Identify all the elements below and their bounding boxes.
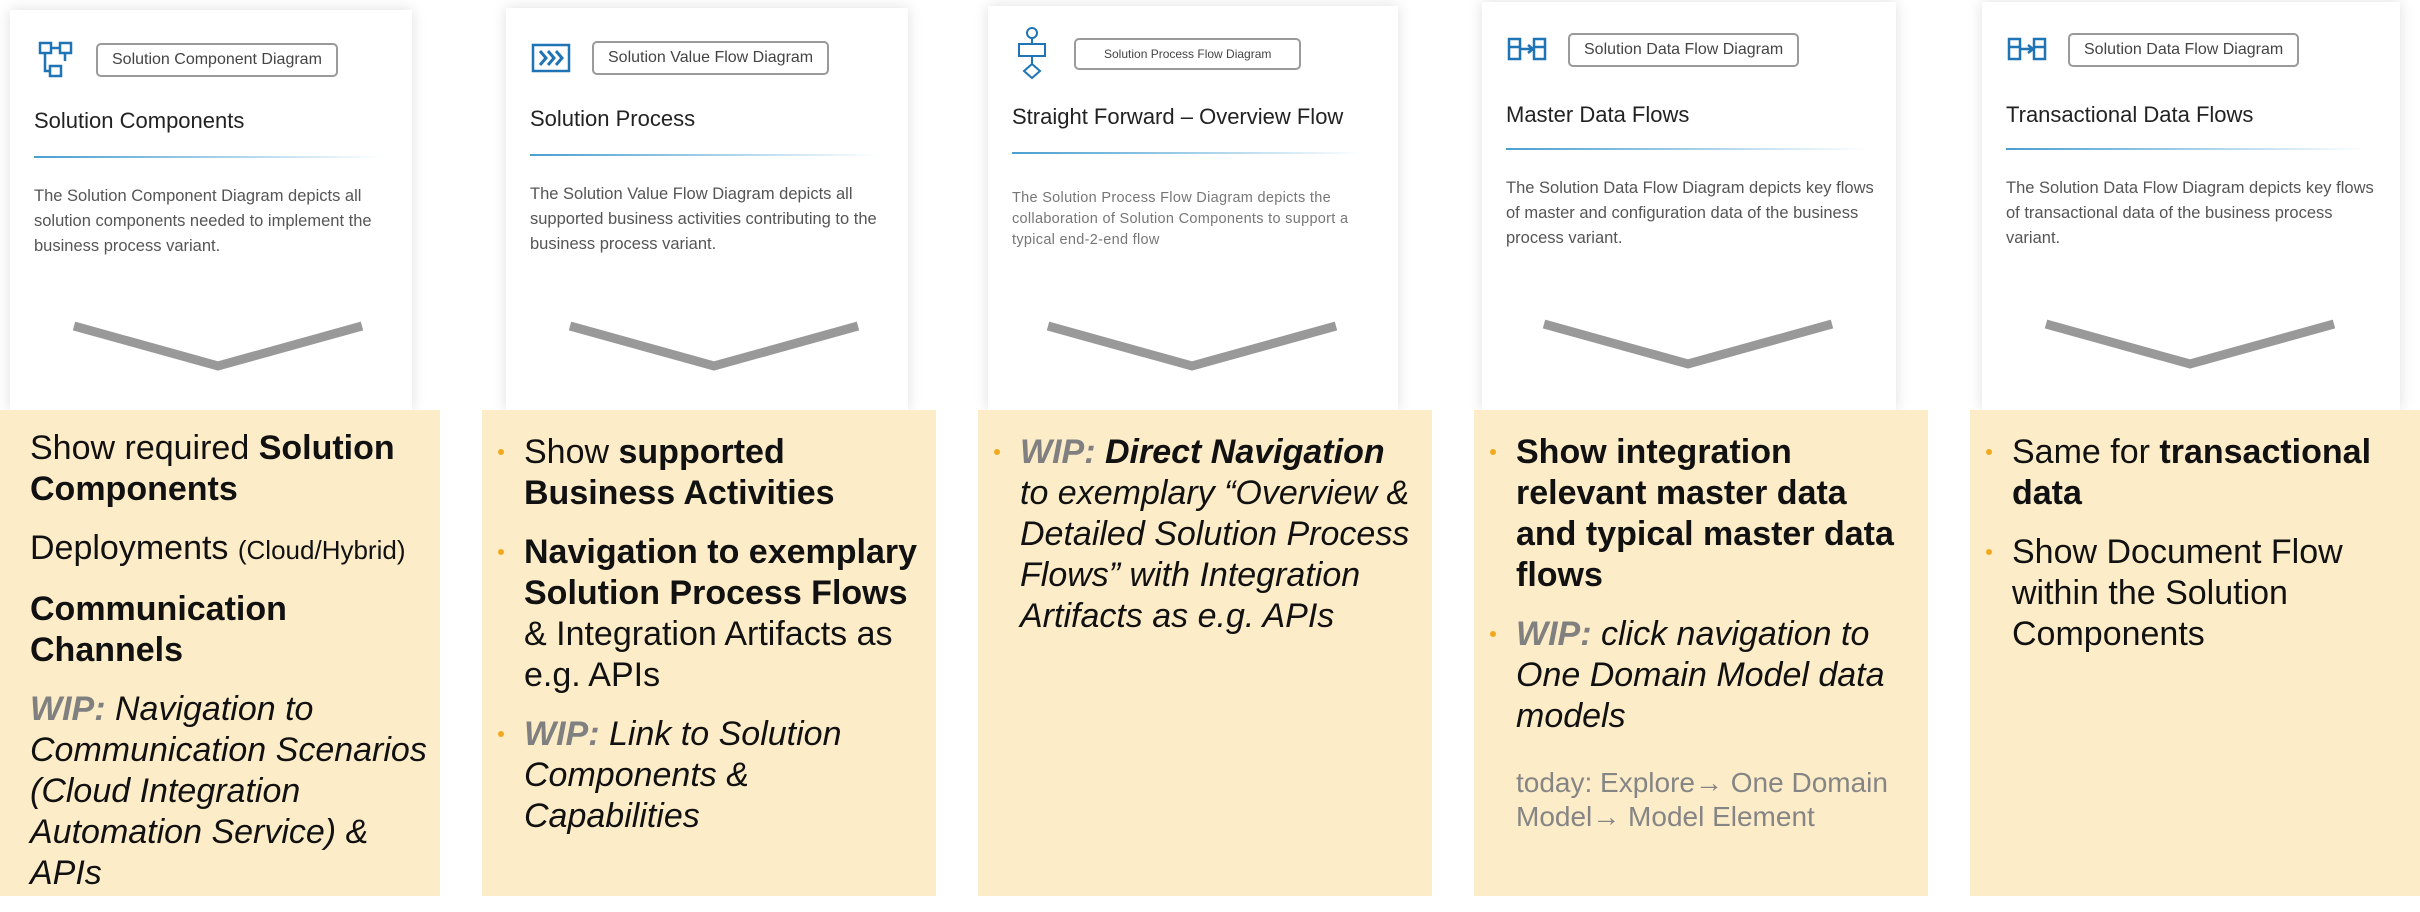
bullet-item: WIP: Direct Navigation to exemplary “Ove…: [990, 432, 1420, 637]
chevron-down-icon[interactable]: [2040, 314, 2340, 374]
data-flow-icon: [1506, 29, 1548, 71]
feature-panel: Show integration relevant master data an…: [1474, 410, 1928, 896]
title-divider: [1506, 148, 1866, 150]
bullet-item: Communication Channels: [30, 590, 287, 669]
chevron-down-icon[interactable]: [1042, 316, 1342, 376]
feature-panel: WIP: Direct Navigation to exemplary “Ove…: [978, 410, 1432, 896]
card-description: The Solution Process Flow Diagram depict…: [1012, 190, 1349, 248]
chevron-down-icon[interactable]: [564, 316, 864, 376]
card-solution-process[interactable]: Solution Value Flow Diagram Solution Pro…: [506, 8, 908, 410]
title-divider: [530, 154, 880, 156]
bullet-item: Show integration relevant master data an…: [1486, 432, 1916, 596]
diagram-type-tag[interactable]: Solution Process Flow Diagram: [1074, 38, 1302, 70]
card-description: The Solution Value Flow Diagram depicts …: [530, 185, 877, 253]
bullet-item: Navigation to exemplary Solution Process…: [494, 532, 924, 696]
bullet-item: Deployments (Cloud/Hybrid): [30, 529, 406, 567]
bullet-item: WIP: Navigation to Communication Scenari…: [30, 690, 427, 892]
column-transactional-data-flows: Solution Data Flow Diagram Transactional…: [1970, 0, 2420, 896]
arrow-right-icon: →: [1695, 767, 1723, 798]
diagram-type-tag[interactable]: Solution Data Flow Diagram: [1568, 33, 1800, 67]
value-flow-icon: [530, 37, 572, 79]
card-title: Solution Components: [34, 108, 245, 133]
feature-panel: Show supported Business Activities Navig…: [482, 410, 936, 896]
chevron-down-icon[interactable]: [68, 316, 368, 376]
process-flow-icon: [1012, 26, 1054, 82]
card-title: Master Data Flows: [1506, 102, 1690, 127]
chevron-down-icon[interactable]: [1538, 314, 1838, 374]
title-divider: [34, 156, 384, 158]
bullet-item: Show required Solution Components: [30, 429, 395, 508]
card-solution-components[interactable]: Solution Component Diagram Solution Comp…: [10, 10, 412, 410]
note-suffix: Model Element: [1620, 801, 1815, 832]
arrow-right-icon: →: [1592, 801, 1621, 832]
card-description: The Solution Component Diagram depicts a…: [34, 187, 372, 255]
title-divider: [1012, 152, 1362, 154]
card-title: Straight Forward – Overview Flow: [1012, 104, 1344, 129]
card-transactional-data-flows[interactable]: Solution Data Flow Diagram Transactional…: [1982, 2, 2400, 410]
card-title: Transactional Data Flows: [2006, 102, 2254, 127]
diagram-type-tag[interactable]: Solution Value Flow Diagram: [592, 41, 830, 75]
title-divider: [2006, 148, 2366, 150]
bullet-item: Same for transactional data: [1982, 432, 2408, 514]
diagram-type-tag[interactable]: Solution Component Diagram: [96, 43, 338, 77]
note-word: Model: [1516, 801, 1593, 832]
diagram-type-tag[interactable]: Solution Data Flow Diagram: [2068, 33, 2300, 67]
data-flow-icon: [2006, 29, 2048, 71]
card-title: Solution Process: [530, 106, 696, 131]
component-diagram-icon: [34, 39, 76, 81]
bullet-item: WIP: Link to Solution Components & Capab…: [494, 714, 924, 837]
card-master-data-flows[interactable]: Solution Data Flow Diagram Master Data F…: [1482, 2, 1896, 410]
bullet-item: Show Document Flow within the Solution C…: [1982, 532, 2408, 655]
bullet-item: Show supported Business Activities: [494, 432, 924, 514]
column-solution-components: Solution Component Diagram Solution Comp…: [0, 0, 440, 896]
note-line-2: Model→ Model Element: [1516, 801, 1815, 832]
card-description: The Solution Data Flow Diagram depicts k…: [1506, 179, 1874, 247]
card-overview-flow[interactable]: Solution Process Flow Diagram Straight F…: [988, 6, 1398, 410]
feature-panel: Same for transactional data Show Documen…: [1970, 410, 2420, 896]
bullet-item: WIP: click navigation to One Domain Mode…: [1486, 614, 1916, 737]
card-description: The Solution Data Flow Diagram depicts k…: [2006, 179, 2374, 247]
column-master-data-flows: Solution Data Flow Diagram Master Data F…: [1474, 0, 1928, 896]
column-solution-process: Solution Value Flow Diagram Solution Pro…: [482, 0, 936, 896]
feature-panel: Show required Solution Components Deploy…: [0, 410, 440, 896]
today-note: today: Explore→ One Domain→Model→ Model …: [1516, 767, 1888, 832]
column-overview-flow: Solution Process Flow Diagram Straight F…: [978, 0, 1432, 896]
